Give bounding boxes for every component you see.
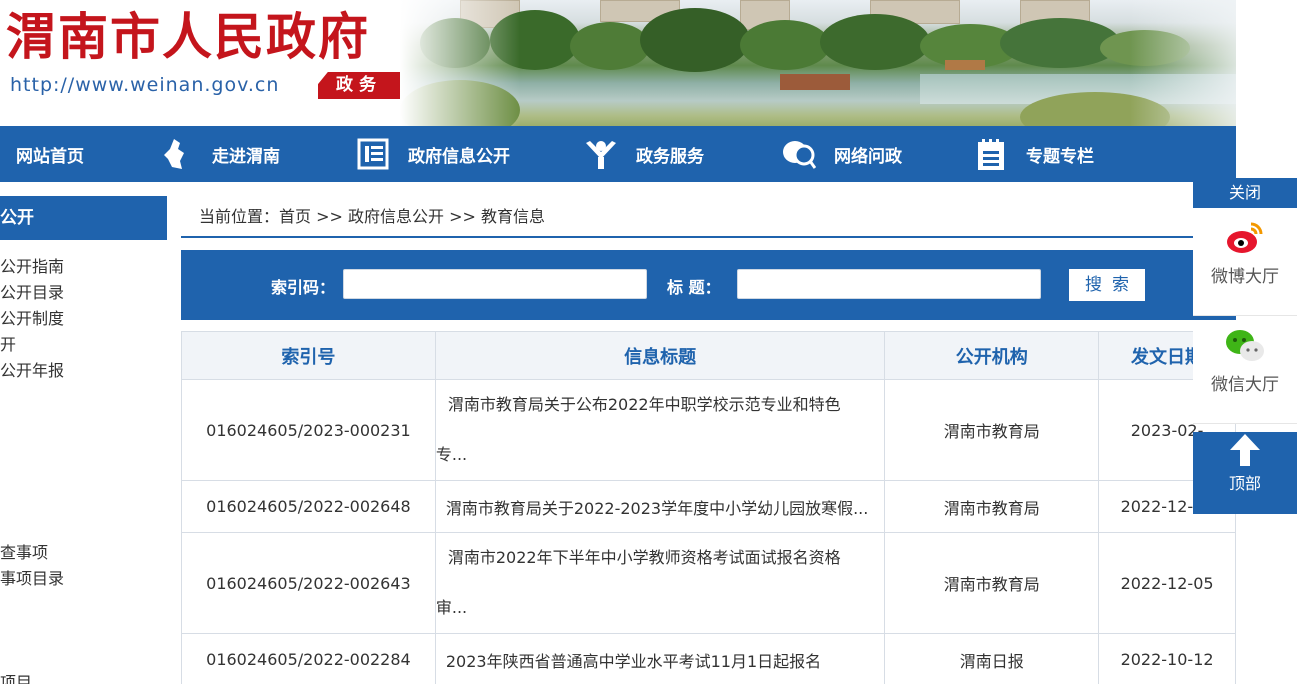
sidebar-link[interactable]: 项目 [0, 672, 32, 684]
breadcrumb: 当前位置：首页 >> 政府信息公开 >> 教育信息 [181, 196, 1236, 238]
cell-org: 渭南市教育局 [884, 532, 1100, 634]
sidebar-link[interactable]: 公开年报 [0, 360, 64, 382]
title-label: 标 题： [667, 278, 721, 297]
sidebar-link[interactable]: 公开目录 [0, 282, 64, 304]
sidebar-link[interactable]: 公开指南 [0, 256, 64, 278]
sidebar-link[interactable]: 查事项 [0, 542, 48, 564]
map-icon [160, 137, 194, 171]
column-header-org: 公开机构 [884, 331, 1100, 380]
column-header-title: 信息标题 [434, 331, 886, 380]
site-tag: 政务 [318, 72, 400, 99]
cell-index: 016024605/2023-000231 [181, 379, 436, 481]
nav-label: 政府信息公开 [408, 146, 510, 167]
city-scenery-image [400, 0, 1236, 126]
sidebar-heading: 公开 [0, 196, 167, 240]
sidebar-link[interactable]: 公开制度 [0, 308, 64, 330]
table-header-row: 索引号 信息标题 公开机构 发文日期 [181, 331, 1236, 380]
cell-title-link[interactable]: 渭南市教育局关于公布2022年中职学校示范专业和特色 专... [434, 379, 886, 481]
nav-item-home[interactable]: 网站首页 [16, 126, 84, 182]
nav-item-gov-info[interactable]: 政府信息公开 [356, 126, 510, 182]
cell-index: 016024605/2022-002648 [181, 480, 436, 533]
nav-item-online-inquiry[interactable]: 网络问政 [782, 126, 902, 182]
index-code-label: 索引码： [271, 278, 336, 297]
nav-label: 专题专栏 [1026, 146, 1094, 167]
search-button[interactable]: 搜索 [1069, 269, 1145, 301]
cell-date: 2022-10-12 [1098, 633, 1236, 684]
nav-item-about-weinan[interactable]: 走进渭南 [160, 126, 280, 182]
nav-item-gov-service[interactable]: 政务服务 [584, 126, 704, 182]
nav-label: 政务服务 [636, 146, 704, 167]
title-line: 渭南市教育局关于公布2022年中职学校示范专业和特色 [447, 395, 841, 414]
weibo-label: 微博大厅 [1211, 267, 1279, 287]
search-bar: 索引码： 标 题： 搜索 [181, 250, 1236, 320]
top-label: 顶部 [1228, 474, 1261, 493]
table-row: 016024605/2022-002643 渭南市2022年下半年中小学教师资格… [181, 532, 1236, 634]
wechat-hall-link[interactable]: 微信大厅 [1193, 328, 1297, 424]
column-header-index: 索引号 [181, 331, 436, 380]
nav-label: 网络问政 [834, 146, 902, 167]
cell-title-link[interactable]: 2023年陕西省普通高中学业水平考试11月1日起报名 [434, 633, 886, 684]
chat-icon [782, 137, 817, 171]
cell-title-link[interactable]: 渭南市教育局关于2022-2023学年度中小学幼儿园放寒假... [434, 480, 886, 533]
nav-item-special-topics[interactable]: 专题专栏 [974, 126, 1094, 182]
document-icon [356, 137, 390, 171]
sidebar-link[interactable]: 事项目录 [0, 568, 64, 590]
info-table: 索引号 信息标题 公开机构 发文日期 016024605/2023-000231… [181, 331, 1236, 684]
site-url: http://www.weinan.gov.cn [10, 74, 280, 96]
title-line: 审... [435, 598, 468, 617]
weibo-icon [1225, 220, 1265, 256]
wechat-icon [1225, 328, 1265, 364]
header-banner: 渭南市人民政府 http://www.weinan.gov.cn 政务 [0, 0, 1236, 126]
title-input[interactable] [737, 269, 1041, 299]
cell-org: 渭南日报 [884, 633, 1100, 684]
cell-org: 渭南市教育局 [884, 379, 1100, 481]
close-button[interactable]: 关闭 [1193, 178, 1297, 208]
people-icon [584, 137, 618, 171]
table-row: 016024605/2022-002284 2023年陕西省普通高中学业水平考试… [181, 633, 1236, 684]
site-title: 渭南市人民政府 [6, 7, 370, 66]
title-line: 专... [435, 445, 468, 464]
index-code-input[interactable] [343, 269, 647, 299]
cell-org: 渭南市教育局 [884, 480, 1100, 533]
sidebar-link[interactable]: 开 [0, 334, 16, 356]
wechat-label: 微信大厅 [1211, 375, 1279, 395]
table-row: 016024605/2022-002648 渭南市教育局关于2022-2023学… [181, 480, 1236, 533]
arrow-up-icon [1228, 432, 1262, 468]
cell-title-link[interactable]: 渭南市2022年下半年中小学教师资格考试面试报名资格 审... [434, 532, 886, 634]
cell-index: 016024605/2022-002643 [181, 532, 436, 634]
notebook-icon [974, 137, 1008, 171]
nav-label: 网站首页 [16, 146, 84, 167]
title-line: 渭南市2022年下半年中小学教师资格考试面试报名资格 [447, 548, 841, 567]
table-row: 016024605/2023-000231 渭南市教育局关于公布2022年中职学… [181, 379, 1236, 481]
floating-side-panel: 关闭 微博大厅 微信大厅 顶部 [1193, 178, 1297, 514]
cell-index: 016024605/2022-002284 [181, 633, 436, 684]
cell-date: 2022-12-05 [1098, 532, 1236, 634]
weibo-hall-link[interactable]: 微博大厅 [1193, 220, 1297, 316]
main-nav: 网站首页 走进渭南 政府信息公开 政务服务 网络问政 专题专栏 [0, 126, 1236, 182]
nav-label: 走进渭南 [212, 146, 280, 167]
back-to-top-button[interactable]: 顶部 [1193, 432, 1297, 514]
